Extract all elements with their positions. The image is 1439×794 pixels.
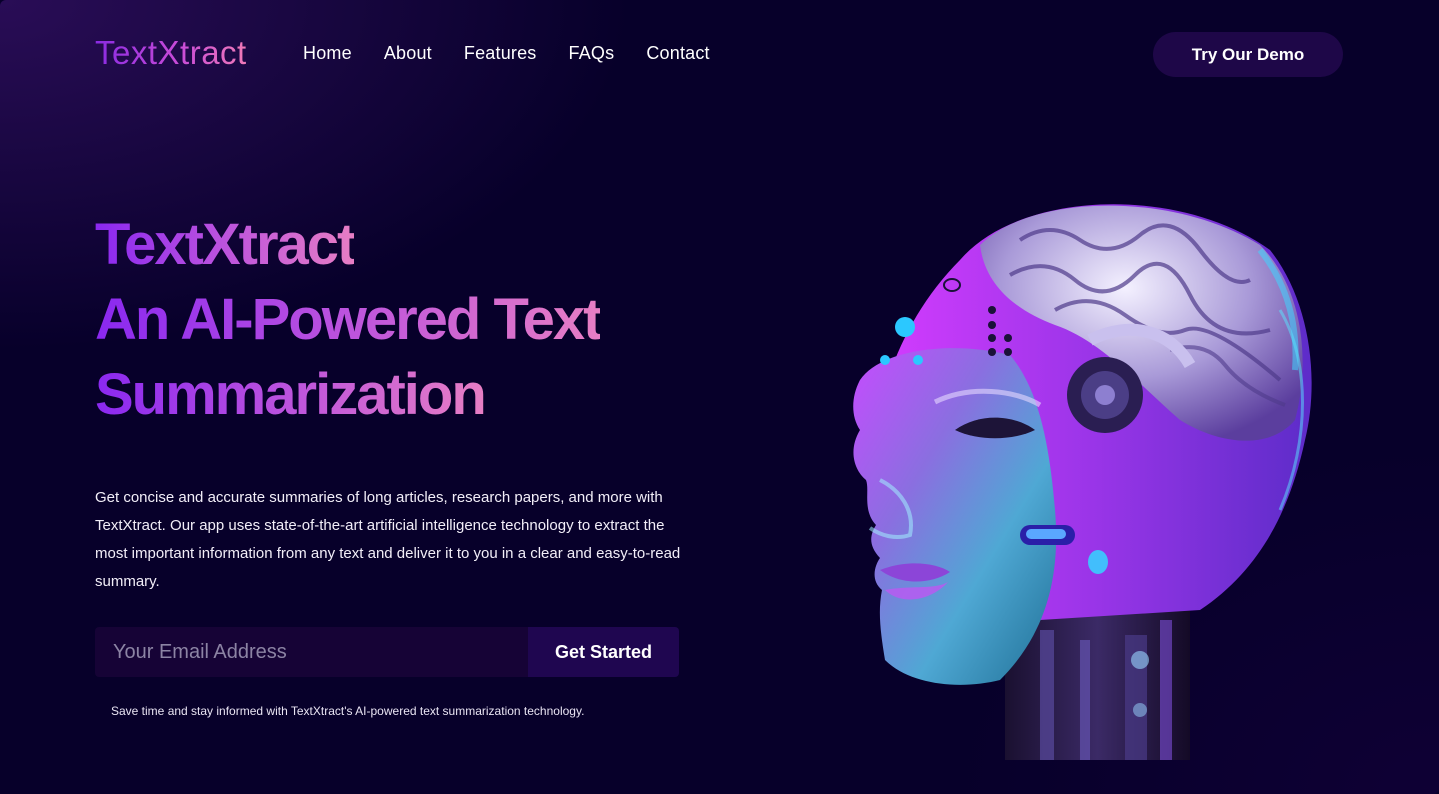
email-signup-form: Get Started (95, 627, 679, 677)
try-demo-button[interactable]: Try Our Demo (1153, 32, 1343, 77)
email-input[interactable] (95, 627, 528, 677)
nav-home-link[interactable]: Home (303, 43, 352, 64)
hero-title-line-3: Summarization (95, 357, 487, 432)
hero-title: TextXtract An AI-Powered Text Summarizat… (95, 207, 715, 432)
ai-robot-head-illustration (853, 204, 1312, 760)
hero-title-line-1: TextXtract (95, 207, 356, 282)
nav-contact-link[interactable]: Contact (646, 43, 709, 64)
nav-features-link[interactable]: Features (464, 43, 537, 64)
nav-faqs-link[interactable]: FAQs (569, 43, 615, 64)
get-started-button[interactable]: Get Started (528, 627, 679, 677)
brand-logo[interactable]: TextXtract (95, 34, 247, 72)
nav-about-link[interactable]: About (384, 43, 432, 64)
hero-description: Get concise and accurate summaries of lo… (95, 489, 681, 590)
signup-note: Save time and stay informed with TextXtr… (111, 704, 585, 718)
hero-title-line-2: An AI-Powered Text (95, 282, 602, 357)
main-nav: Home About Features FAQs Contact (303, 43, 710, 64)
landing-page: TextXtract Home About Features FAQs Cont… (0, 0, 1439, 794)
